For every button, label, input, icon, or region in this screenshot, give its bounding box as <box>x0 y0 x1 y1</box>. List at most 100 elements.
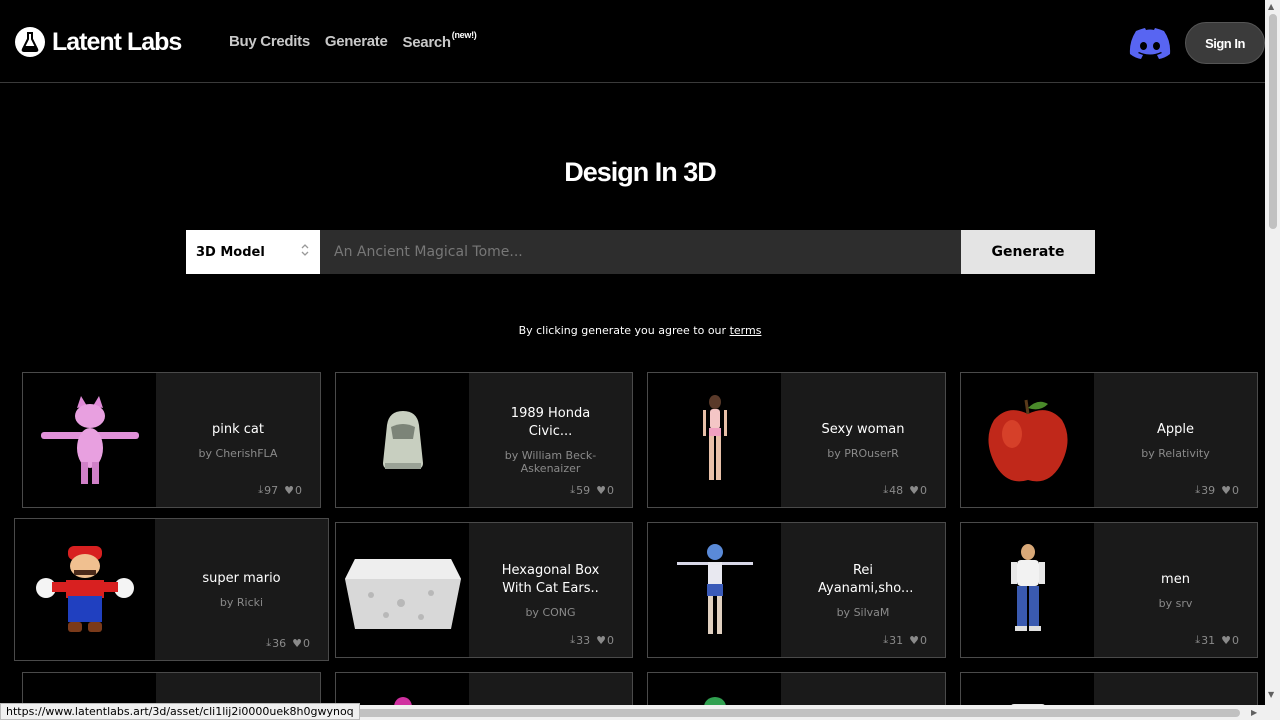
download-count: 97 <box>264 483 279 497</box>
terms-notice: By clicking generate you agree to our te… <box>0 324 1280 337</box>
model-author: by Ricki <box>219 596 264 609</box>
like-count: 0 <box>303 636 310 650</box>
model-thumbnail-box <box>336 523 469 657</box>
like-count: 0 <box>607 483 614 497</box>
heart-icon: ♥ <box>909 633 919 647</box>
model-stats: ⤓ 97 ♥ 0 <box>258 483 302 497</box>
terms-text: By clicking generate you agree to our <box>518 324 730 337</box>
model-author: by CherishFLA <box>198 446 278 460</box>
prompt-input[interactable] <box>320 230 961 274</box>
type-select[interactable]: 3D Model <box>186 230 320 274</box>
like-count: 0 <box>920 483 927 497</box>
model-thumbnail-mario <box>15 519 155 660</box>
model-author: by PROuserR <box>827 446 899 460</box>
like-count: 0 <box>1232 633 1239 647</box>
logo-text: Latent Labs <box>52 27 182 56</box>
generate-bar: 3D Model Generate <box>186 230 1095 274</box>
scroll-up-icon[interactable]: ▲ <box>1268 2 1274 11</box>
model-card[interactable]: pink cat by CherishFLA ⤓ 97 ♥ 0 <box>22 372 321 508</box>
model-name: men <box>1161 571 1190 587</box>
horizontal-scroll-thumb[interactable] <box>325 709 1240 717</box>
logo[interactable]: Latent Labs <box>15 27 182 57</box>
model-name: 1989 Honda Civic... <box>510 406 591 439</box>
model-card-info: pink cat by CherishFLA ⤓ 97 ♥ 0 <box>156 373 320 507</box>
terms-link[interactable]: terms <box>730 324 762 337</box>
generate-button[interactable]: Generate <box>961 230 1095 274</box>
model-card[interactable]: 1989 Honda Civic... by William Beck-Aske… <box>335 372 633 508</box>
model-stats: ⤓ 31 ♥ 0 <box>1195 633 1239 647</box>
like-count: 0 <box>1232 483 1239 497</box>
model-author: by William Beck-Askenaizer <box>504 449 597 475</box>
like-count: 0 <box>920 633 927 647</box>
model-name: pink cat <box>212 421 264 437</box>
download-icon: ⤓ <box>883 633 889 646</box>
model-card[interactable]: Hexagonal Box With Cat Ears.. by CONG ⤓ 3… <box>335 522 633 658</box>
download-count: 48 <box>889 483 904 497</box>
chevron-updown-icon <box>300 242 310 262</box>
model-card[interactable]: Sexy woman by PROuserR ⤓ 48 ♥ 0 <box>647 372 946 508</box>
page-title: Design In 3D <box>564 157 717 187</box>
model-stats: ⤓ 39 ♥ 0 <box>1195 483 1239 497</box>
download-count: 31 <box>889 633 904 647</box>
model-card[interactable]: Rei Ayanami,sho... by SilvaM ⤓ 31 ♥ 0 <box>647 522 946 658</box>
model-name: super mario <box>202 571 281 586</box>
sign-in-button[interactable]: Sign In <box>1185 22 1265 64</box>
model-author: by srv <box>1158 596 1193 610</box>
scroll-down-icon[interactable]: ▼ <box>1268 690 1274 699</box>
model-name: Sexy woman <box>821 421 905 437</box>
model-stats: ⤓ 33 ♥ 0 <box>570 633 614 647</box>
model-card-info: men by srv ⤓ 31 ♥ 0 <box>1094 523 1257 657</box>
model-card-info: Hexagonal Box With Cat Ears.. by CONG ⤓ 3… <box>469 523 632 657</box>
heart-icon: ♥ <box>596 483 606 497</box>
model-card-hovered[interactable]: super mario by Ricki ⤓ 36 ♥ 0 <box>14 518 329 661</box>
like-count: 0 <box>295 483 302 497</box>
model-stats: ⤓ 36 ♥ 0 <box>266 636 310 650</box>
model-card[interactable]: men by srv ⤓ 31 ♥ 0 <box>960 522 1258 658</box>
heart-icon: ♥ <box>1221 483 1231 497</box>
model-card-info: super mario by Ricki ⤓ 36 ♥ 0 <box>155 519 328 660</box>
heart-icon: ♥ <box>1221 633 1231 647</box>
model-thumbnail-car <box>336 373 469 507</box>
download-icon: ⤓ <box>258 483 264 496</box>
model-name: Hexagonal Box With Cat Ears.. <box>501 562 600 596</box>
model-card-info: Apple by Relativity ⤓ 39 ♥ 0 <box>1094 373 1257 507</box>
nav-search[interactable]: Search(new!) <box>402 30 477 51</box>
nav-generate[interactable]: Generate <box>325 33 388 51</box>
model-thumbnail-woman <box>648 373 781 507</box>
download-icon: ⤓ <box>266 636 272 649</box>
model-card[interactable]: Apple by Relativity ⤓ 39 ♥ 0 <box>960 372 1258 508</box>
heart-icon: ♥ <box>596 633 606 647</box>
like-count: 0 <box>607 633 614 647</box>
flask-icon <box>15 27 45 57</box>
type-select-value: 3D Model <box>196 244 265 260</box>
model-thumbnail-pink-cat <box>23 373 156 507</box>
vertical-scrollbar[interactable]: ▲ ▼ <box>1265 0 1280 720</box>
heart-icon: ♥ <box>284 483 294 497</box>
model-author: by SilvaM <box>836 605 890 619</box>
nav-search-label: Search <box>402 34 452 51</box>
model-thumbnail-rei <box>648 523 781 657</box>
top-header: Latent Labs Buy Credits Generate Search(… <box>0 0 1265 83</box>
model-card-info: Rei Ayanami,sho... by SilvaM ⤓ 31 ♥ 0 <box>781 523 945 657</box>
model-stats: ⤓ 31 ♥ 0 <box>883 633 927 647</box>
model-name: Apple <box>1156 421 1194 437</box>
model-stats: ⤓ 48 ♥ 0 <box>883 483 927 497</box>
download-icon: ⤓ <box>570 633 576 646</box>
download-count: 39 <box>1201 483 1216 497</box>
model-card-info: 1989 Honda Civic... by William Beck-Aske… <box>469 373 632 507</box>
heart-icon: ♥ <box>909 483 919 497</box>
discord-icon[interactable] <box>1129 28 1171 64</box>
download-icon: ⤓ <box>1195 483 1201 496</box>
model-author: by CONG <box>525 605 576 619</box>
scroll-right-icon[interactable]: ▶ <box>1251 708 1257 717</box>
download-count: 31 <box>1201 633 1216 647</box>
heart-icon: ♥ <box>292 636 302 650</box>
model-stats: ⤓ 59 ♥ 0 <box>570 483 614 497</box>
main-nav: Buy Credits Generate Search(new!) <box>229 30 477 51</box>
vertical-scroll-thumb[interactable] <box>1269 14 1277 229</box>
nav-buy-credits[interactable]: Buy Credits <box>229 33 310 51</box>
download-icon: ⤓ <box>883 483 889 496</box>
download-icon: ⤓ <box>570 483 576 496</box>
model-thumbnail-apple <box>961 373 1094 507</box>
model-author: by Relativity <box>1141 446 1210 460</box>
